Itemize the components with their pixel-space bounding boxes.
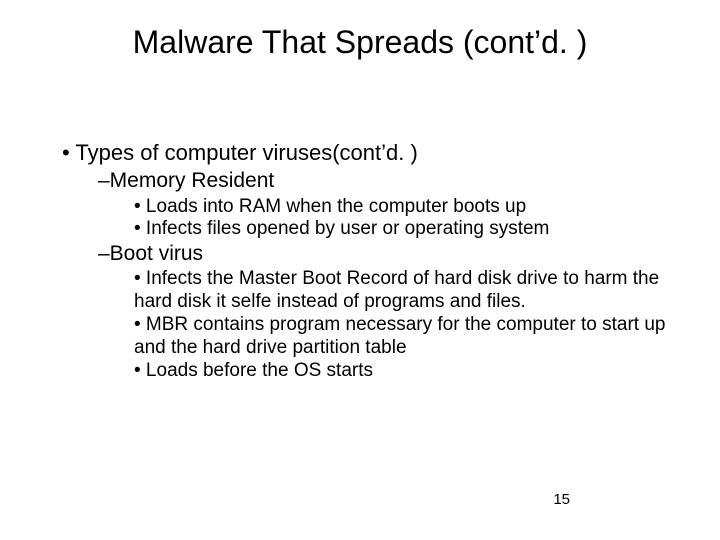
bullet-level2: –Boot virus	[98, 241, 670, 266]
bullet-level3: • Infects the Master Boot Record of hard…	[134, 268, 670, 314]
slide-title: Malware That Spreads (cont’d. )	[0, 24, 720, 61]
page-number: 15	[553, 491, 570, 508]
slide-body: • Types of computer viruses(cont’d. ) –M…	[62, 140, 670, 382]
bullet-level3: • Infects files opened by user or operat…	[134, 218, 670, 241]
slide: Malware That Spreads (cont’d. ) • Types …	[0, 0, 720, 540]
bullet-level2: –Memory Resident	[98, 168, 670, 193]
bullet-level3: • Loads before the OS starts	[134, 360, 670, 383]
bullet-level3: • Loads into RAM when the computer boots…	[134, 196, 670, 219]
bullet-level3: • MBR contains program necessary for the…	[134, 314, 670, 360]
bullet-level1: • Types of computer viruses(cont’d. )	[62, 140, 670, 166]
